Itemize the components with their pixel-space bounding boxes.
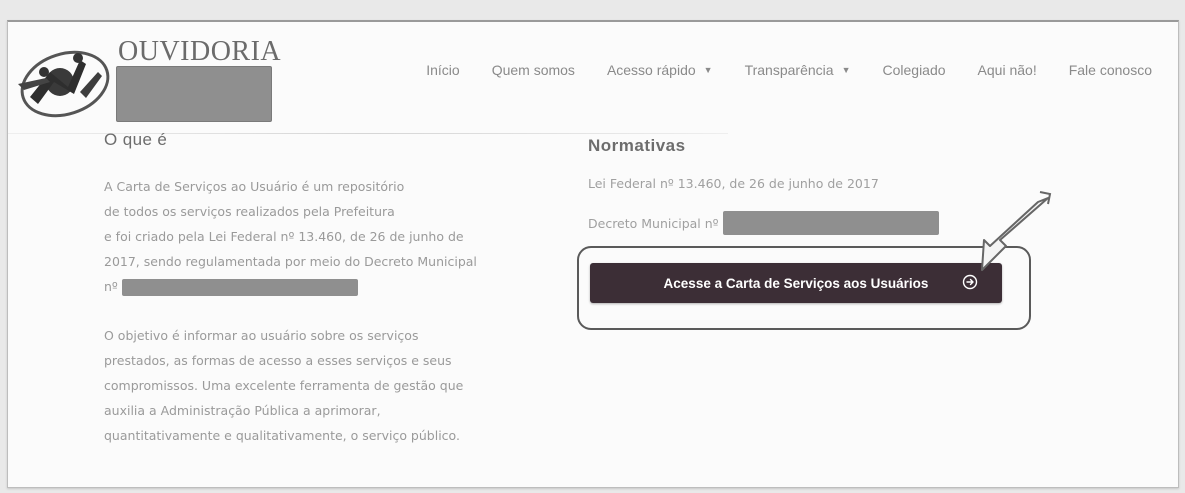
text-line: quantitativamente e qualitativamente, o …	[104, 428, 460, 443]
pointing-arrow-icon	[981, 191, 1052, 271]
chevron-down-icon: ▼	[703, 65, 713, 75]
lei-federal-link[interactable]: Lei Federal nº 13.460, de 26 de junho de…	[588, 176, 1028, 191]
people-circle-logo-icon	[18, 50, 110, 118]
nav-item-quem-somos[interactable]: Quem somos	[476, 62, 591, 78]
text-line: nº	[104, 274, 484, 299]
decreto-link[interactable]: Decreto Municipal nº	[588, 211, 1028, 235]
what-is-section: O que é A Carta de Serviços ao Usuário é…	[104, 130, 484, 448]
nav-label: Acesso rápido	[606, 62, 696, 78]
nav-item-transparencia[interactable]: Transparência ▼	[729, 62, 867, 78]
text-line: compromissos. Uma excelente ferramenta d…	[104, 378, 464, 393]
text-line: de todos os serviços realizados pela Pre…	[104, 204, 395, 219]
text-line: prestados, as formas de acesso a esses s…	[104, 353, 452, 368]
nav-label: Início	[426, 62, 460, 78]
text-line: auxilia a Administração Pública a aprimo…	[104, 403, 381, 418]
nav-item-acesso-rapido[interactable]: Acesso rápido ▼	[591, 62, 729, 78]
redacted-block	[722, 211, 939, 235]
nav-label: Fale conosco	[1068, 62, 1152, 78]
button-label: Acesse a Carta de Serviços aos Usuários	[663, 275, 929, 291]
redacted-block	[121, 279, 358, 296]
text-line: A Carta de Serviços ao Usuário é um repo…	[104, 179, 405, 194]
nav-label: Transparência	[744, 62, 834, 78]
decreto-label: Decreto Municipal nº	[588, 215, 719, 231]
nav-label: Colegiado	[882, 62, 946, 78]
main-nav: Início Quem somos Acesso rápido ▼ Transpa…	[410, 62, 1168, 78]
objective-paragraph: O objetivo é informar ao usuário sobre o…	[104, 323, 484, 448]
text-line: 2017, sendo regulamentada por meio do De…	[104, 254, 477, 269]
nav-label: Aqui não!	[977, 62, 1037, 78]
text-line: O objetivo é informar ao usuário sobre o…	[104, 328, 419, 343]
nav-item-inicio[interactable]: Início	[410, 62, 475, 78]
normativas-section: Normativas Lei Federal nº 13.460, de 26 …	[588, 136, 1028, 255]
brand-name: OUVIDORIA	[118, 36, 282, 67]
intro-paragraph: A Carta de Serviços ao Usuário é um repo…	[104, 174, 484, 299]
carta-servicos-button[interactable]: Acesse a Carta de Serviços aos Usuários	[590, 263, 1002, 303]
section-title: O que é	[104, 130, 168, 149]
site-logo[interactable]: OUVIDORIA	[8, 22, 308, 132]
section-title: Normativas	[588, 136, 686, 155]
redacted-block	[116, 66, 272, 122]
nav-label: Quem somos	[491, 62, 575, 78]
text-line: e foi criado pela Lei Federal nº 13.460,…	[104, 229, 464, 244]
nav-item-fale-conosco[interactable]: Fale conosco	[1053, 62, 1168, 78]
text-fragment: nº	[104, 279, 118, 294]
nav-item-colegiado[interactable]: Colegiado	[866, 62, 961, 78]
nav-item-aqui-nao[interactable]: Aqui não!	[962, 62, 1053, 78]
chevron-down-icon: ▼	[841, 65, 851, 75]
